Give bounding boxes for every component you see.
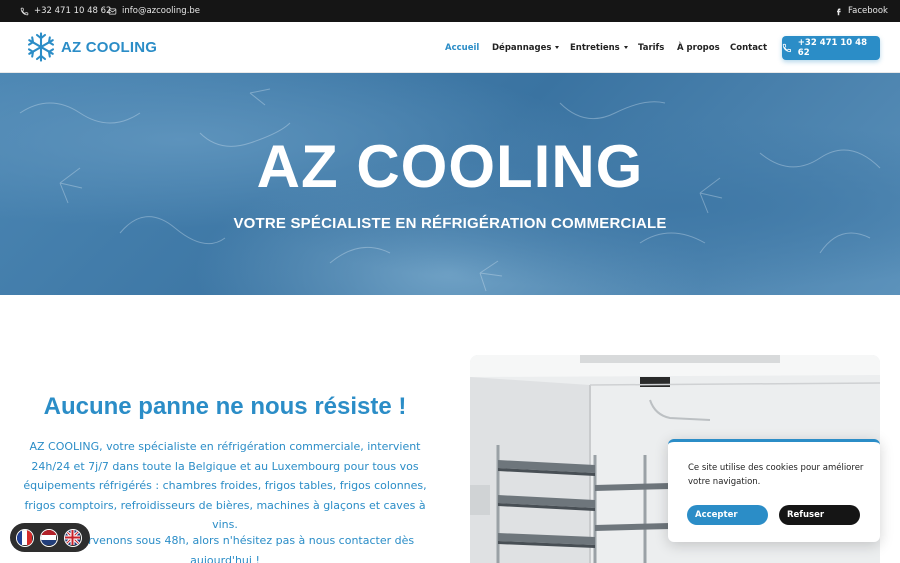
main-navbar: AZ COOLING Accueil Dépannages Entretiens…: [0, 22, 900, 73]
flag-fr-icon[interactable]: [16, 528, 34, 547]
nav-a-propos-label: À propos: [677, 42, 720, 53]
chevron-down-icon: [623, 46, 628, 49]
phone-icon: [782, 43, 791, 53]
snowflake-icon: [27, 32, 55, 62]
hero-banner: AZ COOLING VOTRE SPÉCIALISTE EN RÉFRIGÉR…: [0, 73, 900, 295]
logo-link[interactable]: AZ COOLING: [25, 31, 157, 63]
chevron-down-icon: [555, 46, 560, 49]
nav-a-propos[interactable]: À propos: [677, 22, 720, 73]
flag-nl-icon[interactable]: [40, 528, 58, 547]
topbar-phone: +32 471 10 48 62: [34, 6, 112, 16]
topbar-phone-link[interactable]: +32 471 10 48 62: [20, 0, 111, 22]
cookie-consent-banner: Ce site utilise des cookies pour amélior…: [668, 439, 880, 542]
mail-icon: [108, 8, 117, 14]
nav-accueil-label: Accueil: [445, 42, 480, 53]
topbar-email-link[interactable]: info@azcooling.be: [108, 0, 200, 22]
intro-paragraph: AZ COOLING, votre spécialiste en réfrigé…: [23, 440, 427, 531]
topbar-facebook: Facebook: [848, 6, 888, 16]
topbar-email: info@azcooling.be: [122, 6, 201, 16]
nav-entretiens-label: Entretiens: [570, 42, 620, 53]
refuse-cookies-button[interactable]: Refuser: [779, 505, 860, 525]
section-heading: Aucune panne ne nous résiste !: [43, 393, 407, 420]
nav-tarifs-label: Tarifs: [638, 42, 665, 53]
nav-contact-label: Contact: [730, 42, 768, 53]
language-switcher: [10, 523, 90, 552]
top-bar: +32 471 10 48 62 info@azcooling.be Faceb…: [0, 0, 900, 22]
call-button-label: +32 471 10 48 62: [797, 38, 868, 58]
logo-text: AZ COOLING: [61, 38, 158, 56]
call-button[interactable]: +32 471 10 48 62: [782, 36, 880, 60]
nav-depannages-label: Dépannages: [492, 42, 552, 53]
hero-subtitle: VOTRE SPÉCIALISTE EN RÉFRIGÉRATION COMME…: [233, 215, 667, 232]
nav-contact[interactable]: Contact: [730, 22, 767, 73]
accept-cookies-button[interactable]: Accepter: [687, 505, 768, 525]
nav-tarifs[interactable]: Tarifs: [638, 22, 664, 73]
nav-entretiens[interactable]: Entretiens: [570, 22, 628, 73]
nav-accueil[interactable]: Accueil: [445, 22, 479, 73]
facebook-icon: [837, 8, 841, 15]
cookie-text: Ce site utilise des cookies pour amélior…: [688, 463, 864, 487]
phone-icon: [20, 7, 29, 15]
topbar-facebook-link[interactable]: Facebook: [834, 0, 888, 22]
hero-title: AZ COOLING: [256, 133, 644, 200]
nav-depannages[interactable]: Dépannages: [492, 22, 560, 73]
flag-en-icon[interactable]: [64, 528, 82, 547]
